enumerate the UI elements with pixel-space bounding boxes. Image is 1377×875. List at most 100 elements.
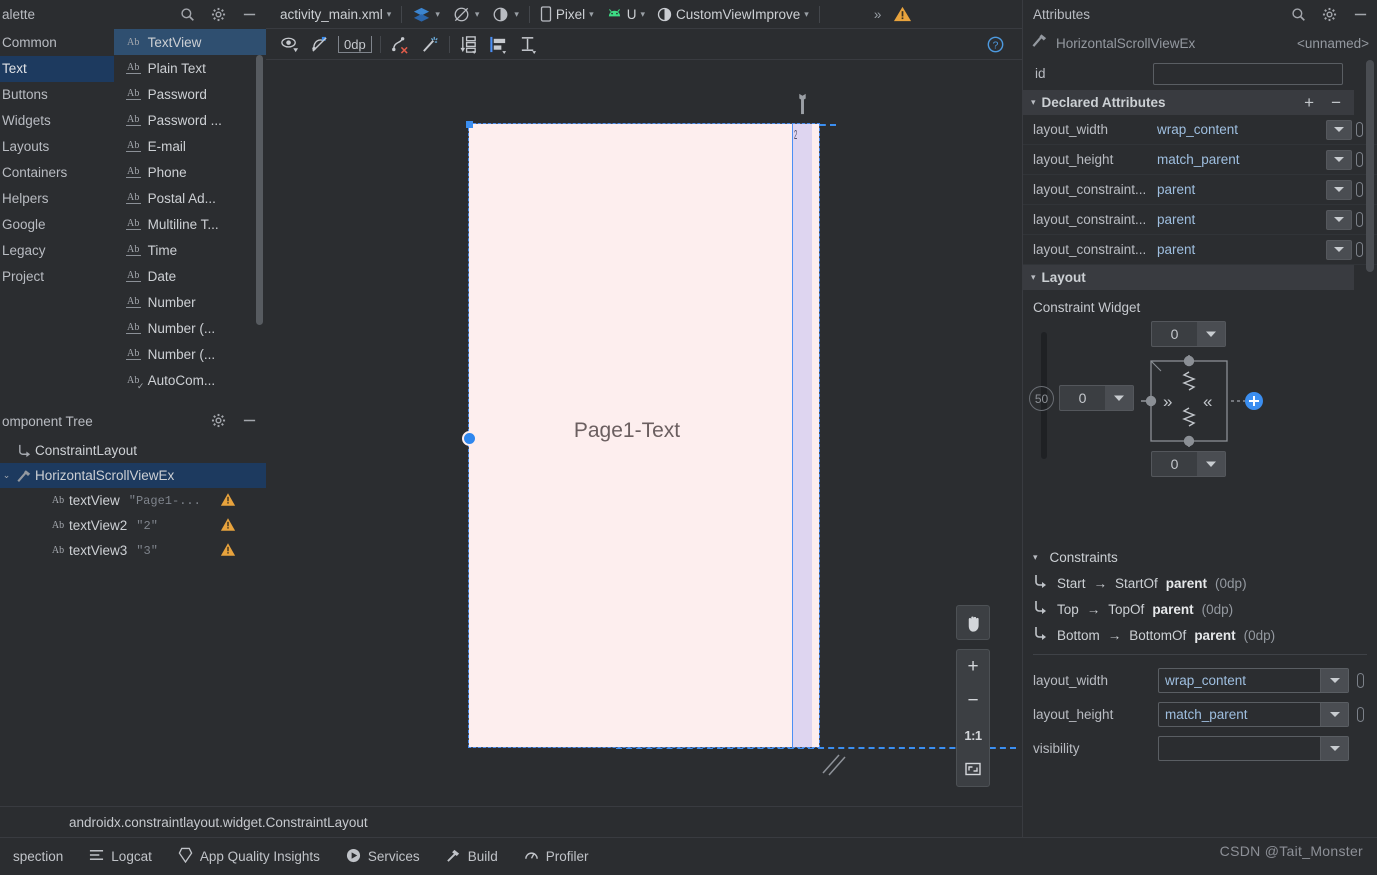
gear-icon[interactable] bbox=[210, 6, 227, 23]
palette-item[interactable]: Ab Password ... bbox=[114, 107, 266, 133]
declared-attribute-row[interactable]: layout_constraint... parent bbox=[1023, 175, 1377, 205]
id-input[interactable] bbox=[1153, 62, 1343, 85]
chevron-down-icon[interactable] bbox=[1326, 119, 1352, 140]
clear-constraints-icon[interactable] bbox=[385, 31, 415, 57]
chevron-down-icon[interactable] bbox=[1320, 736, 1348, 760]
minimize-icon[interactable] bbox=[241, 6, 258, 23]
tool-window-button[interactable]: spection bbox=[0, 838, 76, 875]
palette-category-layouts[interactable]: Layouts bbox=[0, 134, 114, 160]
tree-row[interactable]: ⌄ HorizontalScrollViewEx bbox=[0, 463, 266, 488]
tool-window-button[interactable]: Profiler bbox=[511, 838, 602, 875]
resize-handle-top-left[interactable] bbox=[466, 121, 473, 128]
search-icon[interactable] bbox=[1290, 6, 1307, 23]
tool-window-button[interactable]: App Quality Insights bbox=[165, 838, 333, 875]
attribute-pill-icon[interactable] bbox=[1356, 122, 1363, 137]
tool-window-button[interactable]: Services bbox=[333, 838, 433, 875]
warning-icon[interactable] bbox=[220, 542, 236, 560]
attribute-value[interactable]: match_parent bbox=[1151, 152, 1326, 167]
attribute-pill-icon[interactable] bbox=[1357, 706, 1364, 722]
palette-item[interactable]: Ab E-mail bbox=[114, 133, 266, 159]
chevron-down-icon[interactable]: ⌄ bbox=[0, 470, 13, 481]
tool-window-button[interactable]: Logcat bbox=[76, 838, 165, 875]
tree-row[interactable]: ConstraintLayout bbox=[0, 438, 266, 463]
palette-category-containers[interactable]: Containers bbox=[0, 160, 114, 186]
tree-row[interactable]: Ab textView "Page1-... bbox=[0, 488, 266, 513]
declared-attributes-header[interactable]: ▾ Declared Attributes + − bbox=[1023, 90, 1354, 115]
pack-icon[interactable] bbox=[514, 31, 544, 57]
attribute-pill-icon[interactable] bbox=[1356, 212, 1363, 227]
attribute-value[interactable]: wrap_content bbox=[1151, 122, 1326, 137]
declared-attribute-row[interactable]: layout_height match_parent bbox=[1023, 145, 1377, 175]
attribute-combobox[interactable] bbox=[1158, 735, 1349, 761]
palette-category-text[interactable]: Text bbox=[0, 56, 114, 82]
constraint-row[interactable]: Start → StartOf parent (0dp) bbox=[1033, 570, 1377, 596]
attribute-value[interactable]: parent bbox=[1151, 182, 1326, 197]
attribute-pill-icon[interactable] bbox=[1356, 182, 1363, 197]
margin-bottom-dropdown[interactable]: 0 bbox=[1151, 451, 1226, 477]
palette-category-common[interactable]: Common bbox=[0, 30, 114, 56]
minimize-icon[interactable] bbox=[1352, 6, 1369, 23]
remove-attribute-button[interactable]: − bbox=[1331, 93, 1341, 113]
wrench-icon[interactable] bbox=[794, 93, 811, 120]
warning-icon[interactable] bbox=[220, 517, 236, 535]
palette-item[interactable]: Ab Number (... bbox=[114, 341, 266, 367]
help-icon[interactable]: ? bbox=[980, 31, 1010, 57]
constraint-row[interactable]: Top → TopOf parent (0dp) bbox=[1033, 596, 1377, 622]
layout-attribute-row[interactable]: layout_height match_parent bbox=[1023, 697, 1377, 731]
constraints-section-header[interactable]: ▾ Constraints bbox=[1033, 545, 1377, 570]
magic-wand-icon[interactable] bbox=[415, 31, 445, 57]
palette-category-buttons[interactable]: Buttons bbox=[0, 82, 114, 108]
attribute-value[interactable]: parent bbox=[1151, 212, 1326, 227]
palette-item[interactable]: Ab Date bbox=[114, 263, 266, 289]
constraints-off-icon[interactable] bbox=[304, 31, 334, 57]
eye-icon[interactable] bbox=[274, 31, 304, 57]
constraint-anchor-left[interactable] bbox=[462, 431, 477, 446]
margin-left-dropdown[interactable]: 0 bbox=[1059, 385, 1134, 411]
palette-category-widgets[interactable]: Widgets bbox=[0, 108, 114, 134]
declared-attribute-row[interactable]: layout_constraint... parent bbox=[1023, 235, 1377, 265]
palette-item[interactable]: Ab Postal Ad... bbox=[114, 185, 266, 211]
palette-item[interactable]: Ab Plain Text bbox=[114, 55, 266, 81]
constraint-widget-box[interactable]: » « bbox=[1141, 355, 1311, 447]
palette-category-google[interactable]: Google bbox=[0, 212, 114, 238]
palette-item[interactable]: Ab Number bbox=[114, 289, 266, 315]
resize-corner-icon[interactable] bbox=[821, 751, 851, 777]
chevron-down-icon[interactable] bbox=[1326, 149, 1352, 170]
default-margin-value[interactable]: 0dp bbox=[338, 35, 372, 53]
layout-section-header[interactable]: ▾ Layout bbox=[1023, 265, 1354, 290]
palette-category-helpers[interactable]: Helpers bbox=[0, 186, 114, 212]
chevron-down-icon[interactable] bbox=[1320, 702, 1348, 726]
attribute-combobox[interactable]: match_parent bbox=[1158, 701, 1349, 727]
attribute-combobox[interactable]: wrap_content bbox=[1158, 667, 1349, 693]
zoom-in-button[interactable]: + bbox=[956, 650, 990, 684]
tool-window-button[interactable]: Build bbox=[433, 838, 511, 875]
layout-attribute-row[interactable]: layout_width wrap_content bbox=[1023, 663, 1377, 697]
palette-item[interactable]: Ab Password bbox=[114, 81, 266, 107]
overflow-button[interactable]: » bbox=[868, 0, 888, 29]
declared-attribute-row[interactable]: layout_width wrap_content bbox=[1023, 115, 1377, 145]
palette-item[interactable]: Ab TextView bbox=[114, 29, 266, 55]
minimize-icon[interactable] bbox=[241, 412, 258, 429]
gear-icon[interactable] bbox=[210, 412, 227, 429]
tree-row[interactable]: Ab textView2 "2" bbox=[0, 513, 266, 538]
palette-item[interactable]: AbAutoCom... bbox=[114, 367, 266, 393]
warning-icon[interactable] bbox=[220, 492, 236, 510]
actual-size-button[interactable]: 1:1 bbox=[956, 718, 990, 752]
zoom-out-button[interactable]: − bbox=[956, 684, 990, 718]
chevron-down-icon[interactable] bbox=[1326, 179, 1352, 200]
attribute-pill-icon[interactable] bbox=[1357, 672, 1364, 688]
palette-item[interactable]: Ab Number (... bbox=[114, 315, 266, 341]
blueprint-mode-button[interactable]: ▾ bbox=[446, 0, 486, 29]
declared-attribute-row[interactable]: layout_constraint... parent bbox=[1023, 205, 1377, 235]
chevron-down-icon[interactable] bbox=[1320, 668, 1348, 692]
theme-button[interactable]: ▾ bbox=[485, 0, 525, 29]
file-tab[interactable]: activity_main.xml ▾ bbox=[274, 0, 397, 29]
guideline-icon[interactable] bbox=[454, 31, 484, 57]
attribute-value[interactable]: parent bbox=[1151, 242, 1326, 257]
margin-top-dropdown[interactable]: 0 bbox=[1151, 321, 1226, 347]
tree-row[interactable]: Ab textView3 "3" bbox=[0, 538, 266, 563]
constraint-row[interactable]: Bottom → BottomOf parent (0dp) bbox=[1033, 622, 1377, 648]
palette-item[interactable]: Ab Phone bbox=[114, 159, 266, 185]
zoom-to-fit-button[interactable] bbox=[956, 752, 990, 786]
warning-icon[interactable] bbox=[887, 0, 918, 29]
